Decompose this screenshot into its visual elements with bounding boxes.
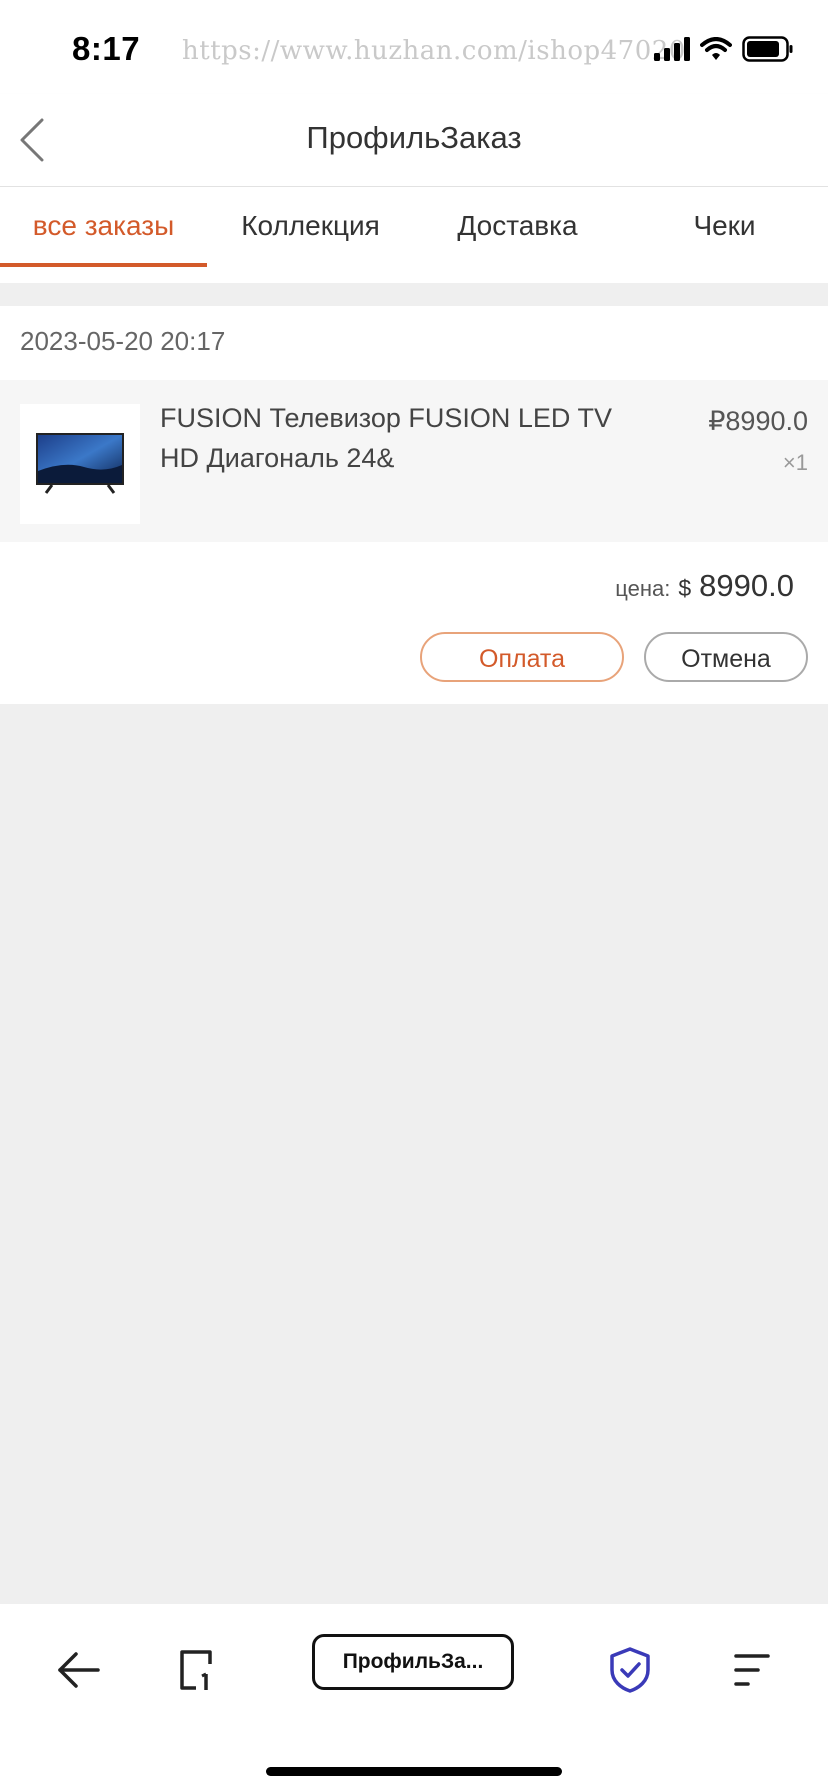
browser-toolbar: ПрофильЗа... xyxy=(0,1604,828,1792)
tab-all-orders[interactable]: все заказы xyxy=(0,187,207,283)
cancel-button[interactable]: Отмена xyxy=(644,632,808,682)
home-indicator[interactable] xyxy=(266,1767,562,1776)
product-thumbnail xyxy=(20,404,140,524)
tab-delivery[interactable]: Доставка xyxy=(414,187,621,283)
menu-button[interactable] xyxy=(722,1642,778,1698)
total-currency: $ xyxy=(678,575,692,601)
tv-image xyxy=(36,433,124,494)
wifi-icon xyxy=(700,37,732,60)
order-tabs: все заказы Коллекция Доставка Чеки xyxy=(0,187,828,283)
product-price: ₽8990.0 xyxy=(708,406,808,436)
order-item[interactable]: FUSION Телевизор FUSION LED TV HD Диагон… xyxy=(0,380,828,542)
product-name: FUSION Телевизор FUSION LED TV HD Диагон… xyxy=(160,403,612,473)
order-total: цена: $ 8990.0 xyxy=(615,568,794,604)
tab-receipts[interactable]: Чеки xyxy=(621,187,828,283)
tabs-icon xyxy=(180,1650,212,1690)
page-header: ПрофильЗаказ xyxy=(0,94,828,187)
status-icons xyxy=(654,34,794,64)
page-title: ПрофильЗаказ xyxy=(306,120,522,155)
pay-button[interactable]: Оплата xyxy=(420,632,624,682)
security-button[interactable] xyxy=(602,1642,658,1698)
total-value: 8990.0 xyxy=(699,568,794,603)
status-time: 8:17 xyxy=(72,30,141,67)
shield-check-icon xyxy=(610,1647,650,1693)
order-card: 2023-05-20 20:17 FUSION Телевизор FUSION… xyxy=(0,306,828,704)
signal-icon xyxy=(654,37,690,61)
order-date: 2023-05-20 20:17 xyxy=(20,326,226,356)
battery-icon xyxy=(742,36,793,62)
watermark-text: https://www.huzhan.com/ishop47020 xyxy=(182,36,686,66)
status-bar: 8:17 https://www.huzhan.com/ishop47020 xyxy=(0,0,828,94)
tab-collection[interactable]: Коллекция xyxy=(207,187,414,283)
tabs-button[interactable] xyxy=(170,1642,226,1698)
menu-icon xyxy=(734,1654,770,1686)
browser-back-button[interactable] xyxy=(50,1642,106,1698)
product-quantity: ×1 xyxy=(782,450,808,475)
total-label: цена: xyxy=(615,576,671,601)
back-arrow-icon xyxy=(58,1652,100,1688)
url-bar[interactable]: ПрофильЗа... xyxy=(312,1634,514,1690)
